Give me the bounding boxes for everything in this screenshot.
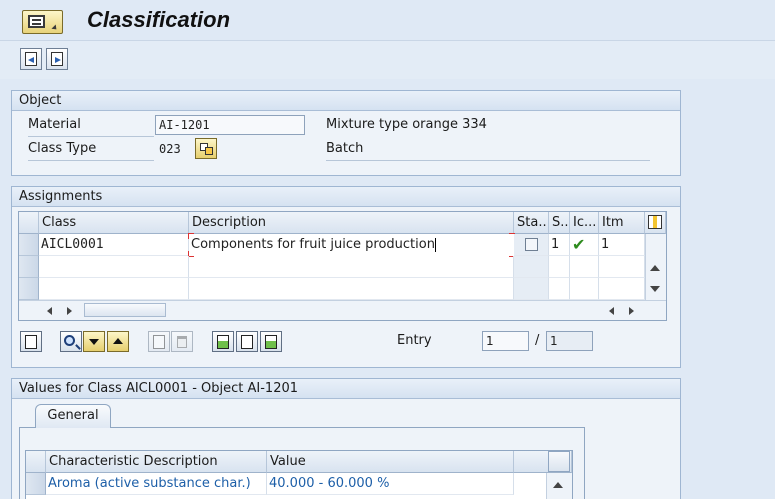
text-cursor (434, 237, 436, 252)
table-cell-empty[interactable] (189, 256, 514, 278)
scroll-down-icon[interactable] (650, 286, 660, 292)
values-select-all[interactable] (26, 451, 46, 473)
class-type-description: Batch (326, 141, 650, 161)
find-button[interactable] (60, 331, 82, 352)
deselect-all-icon (265, 335, 277, 349)
arrow-down-icon (89, 339, 99, 345)
column-header-icon[interactable]: Ic... (570, 212, 599, 234)
column-header-item[interactable]: Itm (599, 212, 645, 234)
column-config-button[interactable] (645, 212, 666, 234)
previous-object-icon (25, 52, 37, 66)
select-all-button[interactable] (212, 331, 234, 352)
row-selector[interactable] (26, 473, 46, 495)
material-label: Material (28, 117, 154, 137)
scroll-left-icon[interactable] (47, 307, 52, 315)
horizontal-scroll-thumb[interactable] (84, 303, 166, 317)
select-block-button[interactable] (236, 331, 258, 352)
possible-entries-icon-overlay (205, 147, 213, 155)
arrow-up-icon (113, 338, 123, 344)
table-cell-icon: ✔ (570, 234, 599, 256)
material-description: Mixture type orange 334 (326, 117, 487, 132)
table-cell-item: 1 (599, 234, 645, 256)
class-type-picker-button[interactable] (195, 138, 217, 159)
column-header-value[interactable]: Value (267, 451, 514, 473)
table-cell-class[interactable]: AICL0001 (39, 234, 189, 256)
search-icon (64, 335, 75, 346)
table-cell-empty (570, 278, 599, 300)
table-cell-empty (549, 256, 570, 278)
table-cell-empty (599, 256, 645, 278)
table-cell-s: 1 (549, 234, 570, 256)
column-header-s[interactable]: S.. (549, 212, 570, 234)
table-cell-empty (549, 278, 570, 300)
table-cell-empty[interactable] (39, 278, 189, 300)
description-text: Components for fruit juice production (191, 237, 435, 252)
class-type-value: 023 (159, 142, 181, 156)
characteristic-value-cell[interactable]: 40.000 - 60.000 % (267, 473, 514, 495)
values-config-button[interactable] (548, 451, 570, 472)
entry-separator: / (535, 333, 540, 348)
column-header-characteristic[interactable]: Characteristic Description (46, 451, 267, 473)
next-button[interactable] (83, 331, 105, 352)
table-settings-icon (648, 215, 662, 229)
dropdown-arrow-icon (51, 24, 59, 32)
assignments-group-title: Assignments (12, 187, 680, 207)
scroll-right-icon[interactable] (629, 307, 634, 315)
select-block-icon (241, 335, 253, 349)
delete-row-button[interactable] (171, 331, 193, 352)
table-cell-empty (514, 256, 549, 278)
menu-icon (28, 15, 45, 28)
values-group-title: Values for Class AICL0001 - Object AI-12… (12, 379, 680, 399)
trash-icon (177, 336, 187, 348)
application-toolbar (0, 40, 775, 79)
class-type-label: Class Type (28, 141, 154, 161)
select-all-icon (217, 335, 229, 349)
scroll-right-icon[interactable] (67, 307, 72, 315)
next-object-icon (51, 52, 63, 66)
details-icon (25, 335, 37, 349)
table-cell-empty[interactable] (39, 256, 189, 278)
deselect-all-button[interactable] (260, 331, 282, 352)
previous-object-button[interactable] (20, 48, 42, 70)
column-header-status[interactable]: Sta... (514, 212, 549, 234)
page-title: Classification (87, 7, 231, 32)
object-group-title: Object (12, 91, 680, 111)
scroll-left-icon[interactable] (609, 307, 614, 315)
green-check-icon: ✔ (572, 235, 586, 254)
entry-label: Entry (397, 333, 432, 348)
table-cell-empty[interactable] (189, 278, 514, 300)
scroll-up-icon[interactable] (650, 265, 660, 271)
row-selector[interactable] (19, 278, 39, 300)
table-cell-empty (599, 278, 645, 300)
insert-row-button[interactable] (148, 331, 170, 352)
previous-button[interactable] (107, 331, 129, 352)
column-header-description[interactable]: Description (189, 212, 514, 234)
material-field[interactable]: AI-1201 (155, 115, 305, 135)
table-select-all[interactable] (19, 212, 39, 234)
table-cell-empty (514, 278, 549, 300)
characteristic-description-cell[interactable]: Aroma (active substance char.) (46, 473, 267, 495)
insert-row-icon (153, 335, 165, 349)
row-selector[interactable] (19, 256, 39, 278)
entry-input[interactable]: 1 (482, 331, 529, 351)
focus-corner (188, 233, 194, 239)
next-object-button[interactable] (46, 48, 68, 70)
column-header-class[interactable]: Class (39, 212, 189, 234)
table-cell-description[interactable]: Components for fruit juice production (189, 234, 514, 256)
table-cell-empty (570, 256, 599, 278)
entry-total: 1 (546, 331, 593, 351)
scroll-up-icon[interactable] (553, 482, 563, 488)
details-button[interactable] (20, 331, 42, 352)
table-cell-status[interactable] (514, 234, 549, 256)
menu-button[interactable] (22, 10, 63, 34)
tab-general[interactable]: General (35, 404, 111, 428)
status-checkbox[interactable] (525, 238, 538, 251)
row-selector[interactable] (19, 234, 39, 256)
